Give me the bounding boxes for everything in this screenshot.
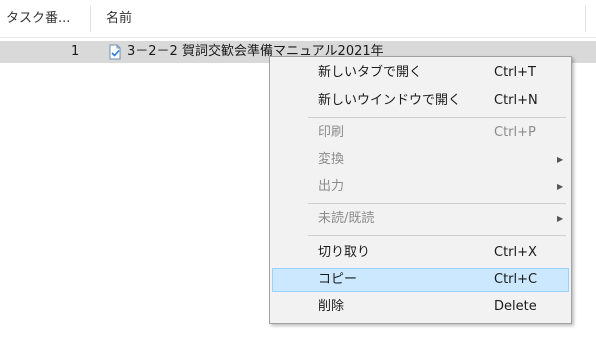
menu-item-shortcut: Delete [494, 299, 537, 314]
menu-item-label: コピー [318, 272, 358, 287]
menu-separator [308, 117, 566, 118]
menu-item-label: 新しいタブで開く [318, 65, 423, 80]
menu-item-shortcut: Ctrl+T [494, 65, 536, 80]
task-number-cell: 1 [71, 44, 80, 59]
menu-item-copy[interactable]: コピー Ctrl+C [272, 268, 569, 292]
menu-item-export[interactable]: 出力 ▶ [272, 175, 569, 199]
menu-item-print[interactable]: 印刷 Ctrl+P [272, 121, 569, 145]
submenu-arrow-icon: ▶ [557, 214, 564, 223]
menu-item-label: 印刷 [318, 125, 345, 140]
menu-item-shortcut: Ctrl+P [494, 125, 536, 140]
menu-item-shortcut: Ctrl+X [494, 245, 537, 260]
submenu-arrow-icon: ▶ [557, 182, 564, 191]
menu-item-shortcut: Ctrl+C [494, 272, 538, 287]
menu-item-label: 未読/既読 [318, 211, 375, 226]
menu-item-label: 新しいウインドウで開く [318, 93, 462, 108]
submenu-arrow-icon: ▶ [557, 155, 564, 164]
menu-separator [308, 203, 566, 204]
menu-item-open-new-window[interactable]: 新しいウインドウで開く Ctrl+N [272, 89, 569, 113]
column-separator[interactable] [585, 6, 586, 32]
menu-item-open-new-tab[interactable]: 新しいタブで開く Ctrl+T [272, 61, 569, 85]
menu-separator [308, 235, 566, 236]
column-separator[interactable] [90, 6, 91, 32]
menu-item-convert[interactable]: 変換 ▶ [272, 148, 569, 172]
menu-item-cut[interactable]: 切り取り Ctrl+X [272, 241, 569, 265]
column-header-name[interactable]: 名前 [106, 0, 132, 38]
menu-item-label: 変換 [318, 152, 345, 167]
menu-item-label: 削除 [318, 299, 345, 314]
menu-item-label: 切り取り [318, 245, 371, 260]
list-header: タスク番... 名前 [0, 0, 596, 38]
document-icon [109, 44, 121, 60]
menu-item-read-unread[interactable]: 未読/既読 ▶ [272, 207, 569, 231]
column-header-task-number[interactable]: タスク番... [6, 0, 70, 38]
menu-item-delete[interactable]: 削除 Delete [272, 295, 569, 319]
context-menu: 新しいタブで開く Ctrl+T 新しいウインドウで開く Ctrl+N 印刷 Ct… [269, 56, 572, 324]
menu-item-label: 出力 [318, 179, 345, 194]
menu-item-shortcut: Ctrl+N [494, 93, 538, 108]
